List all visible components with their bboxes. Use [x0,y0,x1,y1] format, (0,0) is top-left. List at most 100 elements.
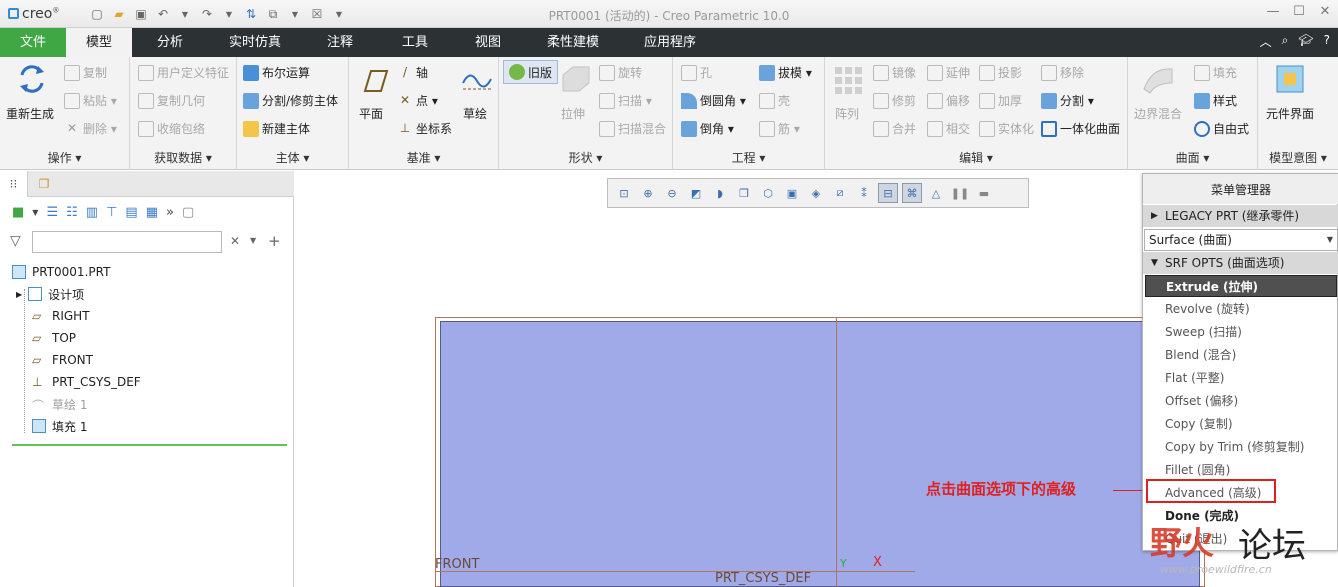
paste-button[interactable]: 粘贴 ▾ [64,92,117,109]
menu-item-blend[interactable]: Blend (混合) [1145,344,1337,366]
pause-icon[interactable]: ❚❚ [950,183,970,203]
tree-item-front[interactable]: ▱ FRONT [32,349,93,371]
clear-search-icon[interactable]: ✕ [230,234,240,248]
group-label-editing[interactable]: 编辑 ▾ [825,149,1127,166]
split-button[interactable]: 分割 ▾ [1041,92,1094,109]
tab-model[interactable]: 模型 [66,28,132,58]
animation-icon[interactable]: ▬ [974,183,994,203]
tree-item-design-items[interactable]: ▶ 设计项 [16,283,84,305]
tab-file[interactable]: 文件 [0,28,66,57]
tab-flexible-modeling[interactable]: 柔性建模 [533,28,613,57]
tab-analysis[interactable]: 分析 [140,28,200,57]
group-label-engineering[interactable]: 工程 ▾ [673,149,824,166]
fill-surface[interactable] [440,321,1200,587]
tree-search-input[interactable] [32,231,222,253]
chamfer-button[interactable]: 倒角 ▾ [681,120,734,137]
model-tree-tab[interactable]: ⁝⁝ [0,171,28,197]
tree-columns-icon[interactable]: ▥ [86,205,98,220]
group-label-datum[interactable]: 基准 ▾ [349,149,498,166]
tree-item-sketch[interactable]: ⌒ 草绘 1 [32,393,87,415]
tab-view[interactable]: 视图 [458,28,518,57]
group-label-surfaces[interactable]: 曲面 ▾ [1128,149,1257,166]
unify-button[interactable]: 一体化曲面 [1041,120,1120,137]
extend-button[interactable]: 延伸 [927,64,970,81]
tree-item-top[interactable]: ▱ TOP [32,327,76,349]
body-selector-icon[interactable]: ■ [12,205,24,220]
style-button[interactable]: 样式 [1194,92,1237,109]
component-interface-button[interactable]: 元件界面 [1266,105,1314,122]
swept-blend-button[interactable]: 扫描混合 [599,120,666,137]
show-icon[interactable]: ▦ [146,205,158,220]
search-icon[interactable]: ⌕ [1282,33,1289,50]
trim-button[interactable]: 修剪 [873,92,916,109]
project-button[interactable]: 投影 [979,64,1022,81]
tree-item-csys[interactable]: ⊥ PRT_CSYS_DEF [32,371,141,393]
group-label-model-intent[interactable]: 模型意图 ▾ [1258,149,1338,166]
tree-root[interactable]: PRT0001.PRT [12,261,110,283]
menu-surface-select[interactable]: Surface (曲面) [1144,229,1338,251]
collapse-ribbon-icon[interactable]: ︿ [1260,33,1272,50]
group-label-shapes[interactable]: 形状 ▾ [499,149,672,166]
shrinkwrap-button[interactable]: 收缩包络 [138,120,205,137]
group-label-body[interactable]: 主体 ▾ [237,149,348,166]
menu-item-revolve[interactable]: Revolve (旋转) [1145,298,1337,320]
maximize-button[interactable]: ☐ [1288,4,1310,22]
expand-arrow-icon[interactable]: ▶ [16,290,22,299]
tab-tools[interactable]: 工具 [385,28,445,57]
csys-button[interactable]: ⊥ 坐标系 [397,120,452,137]
add-filter-icon[interactable]: + [268,232,281,250]
menu-item-flat[interactable]: Flat (平整) [1145,367,1337,389]
intersect-button[interactable]: 相交 [927,120,970,137]
menu-legacy-prt[interactable]: LEGACY PRT (继承零件) [1143,205,1338,227]
delete-button[interactable]: ✕ 删除 ▾ [64,120,117,137]
perspective-icon[interactable]: ◈ [806,183,826,203]
menu-item-copy-by-trim[interactable]: Copy by Trim (修剪复制) [1145,436,1337,458]
datum-display-icon[interactable]: ⁑ [854,183,874,203]
rib-button[interactable]: 筋 ▾ [759,120,800,137]
spin-center-icon[interactable]: ⌘ [902,183,922,203]
solidify-button[interactable]: 实体化 [979,120,1034,137]
learning-icon[interactable]: 🎓︎ [1298,33,1313,50]
copy-button[interactable]: 复制 [64,64,107,81]
zoom-in-icon[interactable]: ⊕ [638,183,658,203]
draft-button[interactable]: 拔模 ▾ [759,64,812,81]
tab-live-simulation[interactable]: 实时仿真 [215,28,295,57]
regenerate-button[interactable]: 重新生成 [6,105,54,122]
split-body-button[interactable]: 分割/修剪主体 [243,92,338,109]
filter-icon[interactable]: ▽ [10,233,21,249]
boolean-button[interactable]: 布尔运算 [243,64,310,81]
section-icon[interactable]: ⧄ [830,183,850,203]
offset-button[interactable]: 偏移 [927,92,970,109]
tree-filter-icon[interactable]: ⊤ [106,205,117,220]
revolve-button[interactable]: 旋转 [599,64,642,81]
minimize-button[interactable]: — [1262,4,1284,22]
tree-settings-icon[interactable]: ▤ [125,205,137,220]
freestyle-button[interactable]: 自由式 [1194,120,1249,137]
appearance-icon[interactable]: △ [926,183,946,203]
help-icon[interactable]: ? [1324,33,1330,50]
menu-item-copy[interactable]: Copy (复制) [1145,413,1337,435]
axis-button[interactable]: / 轴 [397,64,428,81]
menu-item-sweep[interactable]: Sweep (扫描) [1145,321,1337,343]
tab-annotate[interactable]: 注释 [310,28,370,57]
display-style-icon[interactable]: ❒ [734,183,754,203]
extrude-button[interactable]: 拉伸 [561,105,585,122]
more-icon[interactable]: » [166,205,174,220]
sweep-button[interactable]: 扫描 ▾ [599,92,652,109]
dropdown-icon[interactable]: ▼ [32,208,38,217]
close-button[interactable]: ✕ [1314,4,1336,22]
udf-button[interactable]: 用户定义特征 [138,64,229,81]
new-body-button[interactable]: 新建主体 [243,120,310,137]
tree-collapse-icon[interactable]: ☷ [66,205,78,220]
menu-item-extrude[interactable]: Extrude (拉伸) [1145,275,1337,297]
menu-srf-opts[interactable]: SRF OPTS (曲面选项) [1143,252,1338,274]
saved-views-icon[interactable]: ⬡ [758,183,778,203]
render-options-icon[interactable]: ◗ [710,183,730,203]
tree-item-right[interactable]: ▱ RIGHT [32,305,90,327]
layer-tree-tab[interactable]: ❐ [30,171,58,197]
annotation-display-icon[interactable]: ⊟ [878,183,898,203]
view-manager-icon[interactable]: ▣ [782,183,802,203]
group-label-get-data[interactable]: 获取数据 ▾ [130,149,236,166]
legacy-button[interactable]: 旧版 [503,60,559,84]
mirror-button[interactable]: 镜像 [873,64,916,81]
